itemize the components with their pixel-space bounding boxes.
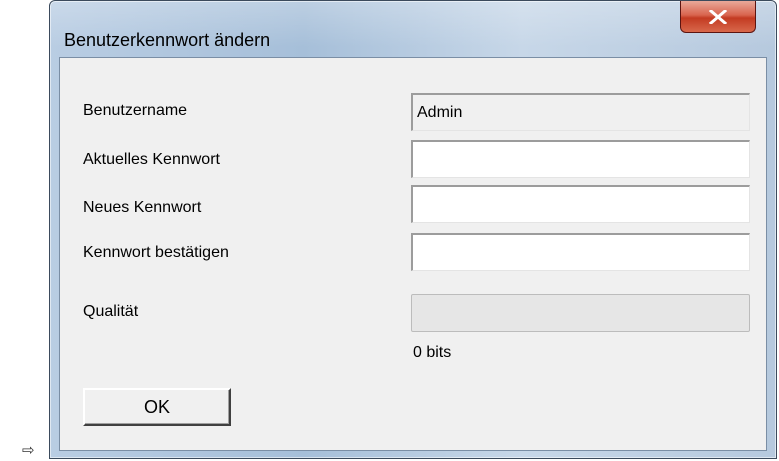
username-field[interactable] xyxy=(411,93,750,131)
confirm-password-field[interactable] xyxy=(411,233,750,271)
arrow-right-icon: ⇨ xyxy=(22,441,35,459)
quality-label: Qualität xyxy=(83,303,139,320)
quality-progress-bar xyxy=(411,294,750,332)
ok-button[interactable]: OK xyxy=(83,388,231,426)
change-password-dialog: Benutzerkennwort ändern Benutzername Akt… xyxy=(49,0,777,459)
close-x-icon xyxy=(709,9,727,24)
current-password-field[interactable] xyxy=(411,140,750,178)
new-password-field[interactable] xyxy=(411,185,750,223)
quality-bits-text: 0 bits xyxy=(413,344,452,361)
current-password-label: Aktuelles Kennwort xyxy=(83,151,220,168)
confirm-password-label: Kennwort bestätigen xyxy=(83,244,229,261)
screenshot-page: ⇨ Benutzerkennwort ändern Benutzername A… xyxy=(0,0,779,461)
dialog-title: Benutzerkennwort ändern xyxy=(64,30,271,50)
username-label: Benutzername xyxy=(83,102,188,119)
close-button[interactable] xyxy=(680,1,756,33)
dialog-client-area: Benutzername Aktuelles Kennwort Neues Ke… xyxy=(59,57,767,451)
new-password-label: Neues Kennwort xyxy=(83,199,202,216)
